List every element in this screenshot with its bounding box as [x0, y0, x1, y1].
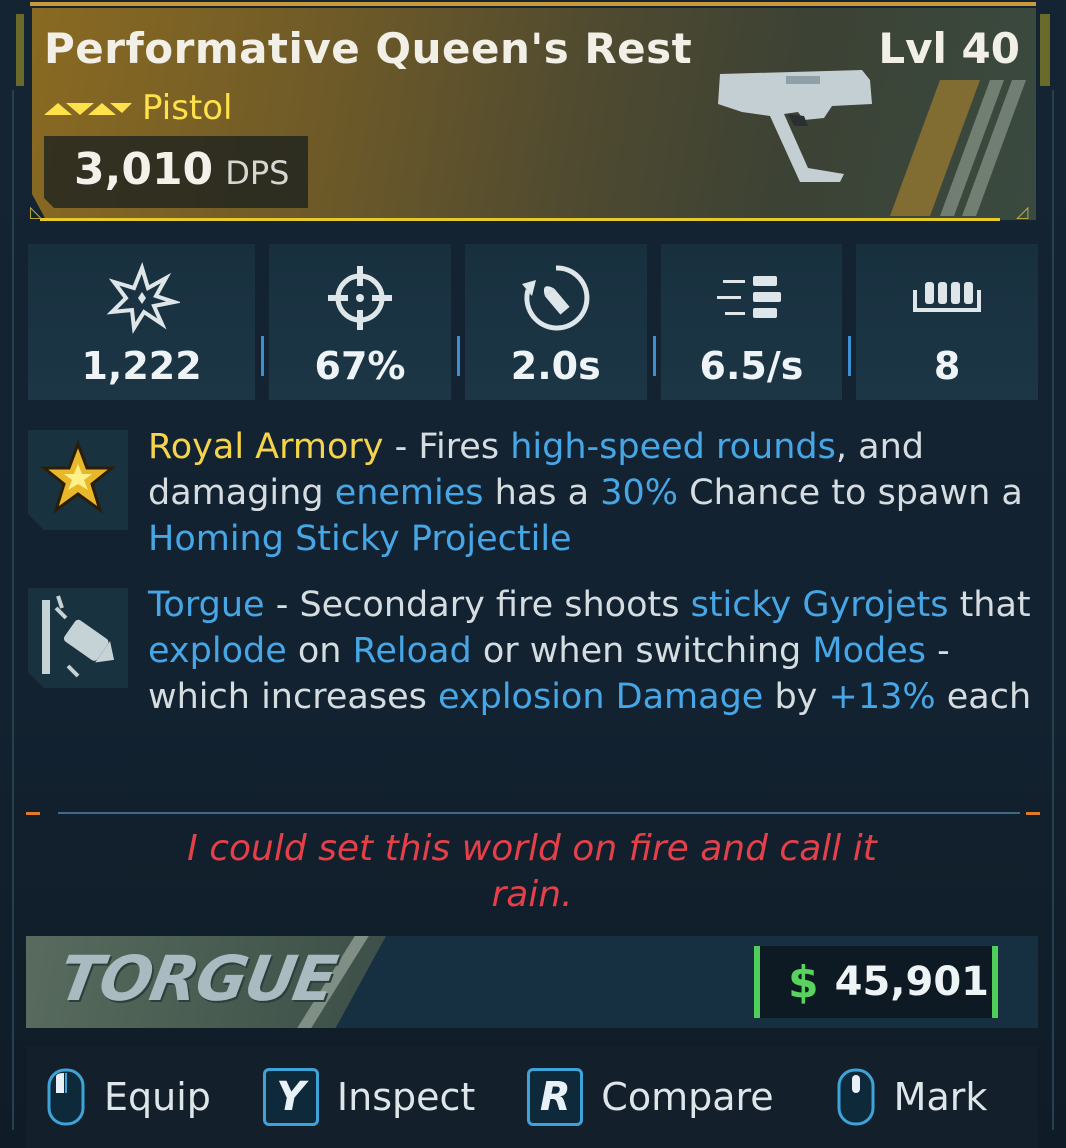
- equip-action[interactable]: Equip: [46, 1046, 211, 1148]
- inspect-action[interactable]: Y Inspect: [262, 1046, 476, 1148]
- perk-icon-box: [28, 588, 128, 688]
- separator-tick-left: [26, 812, 40, 815]
- perk-text-segment: - Secondary fire shoots: [264, 585, 691, 625]
- perk-text-segment: that: [948, 585, 1031, 625]
- perk-description: Torgue - Secondary fire shoots sticky Gy…: [148, 582, 1048, 720]
- perk-text-segment: explosion Damage: [437, 677, 764, 717]
- perk-text-segment: high-speed rounds: [510, 427, 836, 467]
- item-type-row: Pistol: [44, 88, 233, 128]
- perk-text-segment: by: [763, 677, 829, 717]
- stat-magazine-value: 8: [933, 344, 961, 388]
- perk-text-segment: Torgue: [148, 585, 265, 625]
- stat-divider: [261, 336, 265, 376]
- compare-action[interactable]: R Compare: [527, 1046, 774, 1148]
- perk-description: Royal Armory - Fires high-speed rounds, …: [148, 424, 1048, 562]
- stats-row: 1,222 67% 2.0s 6.5/s 8: [28, 244, 1039, 400]
- stat-divider: [456, 336, 460, 376]
- stat-fire-rate-value: 6.5/s: [699, 344, 804, 388]
- item-card: ◺ ◿ Performative Queen's Rest Lvl 40 Pis…: [0, 0, 1066, 1148]
- key-r-badge: R: [527, 1068, 584, 1126]
- inspect-label: Inspect: [336, 1075, 476, 1119]
- perk-text-segment: enemies: [334, 473, 484, 513]
- royal-armory-star-icon: [39, 439, 117, 514]
- mouse-left-click-icon: [47, 1068, 85, 1126]
- currency-icon: $: [788, 956, 819, 1008]
- stat-reload: 2.0s: [464, 244, 656, 400]
- stat-damage: 1,222: [28, 244, 265, 400]
- separator-line: [58, 812, 1020, 814]
- perk-text-segment: - Fires: [383, 427, 511, 467]
- rarity-chevrons-icon: [44, 103, 132, 115]
- pistol-icon: [718, 70, 872, 182]
- stat-fire-rate: 6.5/s: [660, 244, 852, 400]
- stat-damage-value: 1,222: [81, 344, 202, 388]
- stat-accuracy-value: 67%: [314, 344, 406, 388]
- perk-text-segment: +13%: [828, 677, 936, 717]
- rarity-underline: [40, 218, 1000, 221]
- perk-text-segment: on: [286, 631, 353, 671]
- mouse-middle-click-icon: [837, 1068, 875, 1126]
- top-accent-line: [30, 2, 1036, 6]
- mark-action[interactable]: Mark: [836, 1046, 988, 1148]
- perk-text-segment: each: [935, 677, 1032, 717]
- mark-label: Mark: [893, 1075, 988, 1119]
- accuracy-crosshair-icon: [328, 266, 392, 330]
- price-box: $ 45,901: [754, 946, 998, 1018]
- stat-reload-value: 2.0s: [510, 344, 601, 388]
- key-y-badge: Y: [262, 1068, 319, 1126]
- item-type: Pistol: [142, 88, 233, 128]
- perk-text-segment: Royal Armory: [148, 427, 384, 467]
- manufacturer-logo: TORGUE: [53, 942, 341, 1015]
- perk-text-segment: Reload: [352, 631, 472, 671]
- item-level: Lvl 40: [878, 24, 1020, 73]
- stat-magazine: 8: [856, 244, 1039, 400]
- flavor-text: I could set this world on fire and call …: [187, 828, 877, 915]
- dps-box: 3,010 DPS: [44, 136, 308, 208]
- equip-label: Equip: [104, 1075, 211, 1119]
- perk-icon-box: [28, 430, 128, 530]
- left-side-tab: [16, 14, 24, 86]
- item-name: Performative Queen's Rest: [44, 24, 693, 73]
- right-side-tab: [1040, 14, 1050, 86]
- torgue-gyrojet-icon: [42, 595, 115, 678]
- perk-text-segment: Chance to spawn a: [678, 473, 1023, 513]
- dps-unit: DPS: [225, 154, 290, 192]
- stat-accuracy: 67%: [269, 244, 460, 400]
- perk-text-segment: Modes: [812, 631, 926, 671]
- magazine-icon: [913, 282, 982, 312]
- separator-tick-right: [1026, 812, 1040, 815]
- perk-text-segment: Homing Sticky Projectile: [148, 519, 572, 559]
- perk-text-segment: or when switching: [471, 631, 813, 671]
- reload-icon: [521, 265, 590, 331]
- dps-value: 3,010: [74, 144, 214, 195]
- left-rail: [12, 90, 14, 1130]
- fire-rate-icon: [717, 276, 782, 318]
- price-value: 45,901: [834, 959, 989, 1005]
- right-rail: [1052, 90, 1054, 1130]
- stat-divider: [652, 336, 656, 376]
- torgue-stripes-icon: [890, 80, 1026, 216]
- corner-marker-left: ◺: [30, 202, 43, 221]
- perk-text-segment: sticky Gyrojets: [690, 585, 949, 625]
- action-bar: Equip Y Inspect R Compare Mark: [26, 1046, 1038, 1148]
- perk-text-segment: explode: [148, 631, 287, 671]
- perk-text-segment: 30%: [600, 473, 679, 513]
- perk-text-segment: has a: [483, 473, 601, 513]
- damage-burst-icon: [106, 261, 180, 334]
- stat-divider: [848, 336, 852, 376]
- compare-label: Compare: [601, 1075, 774, 1119]
